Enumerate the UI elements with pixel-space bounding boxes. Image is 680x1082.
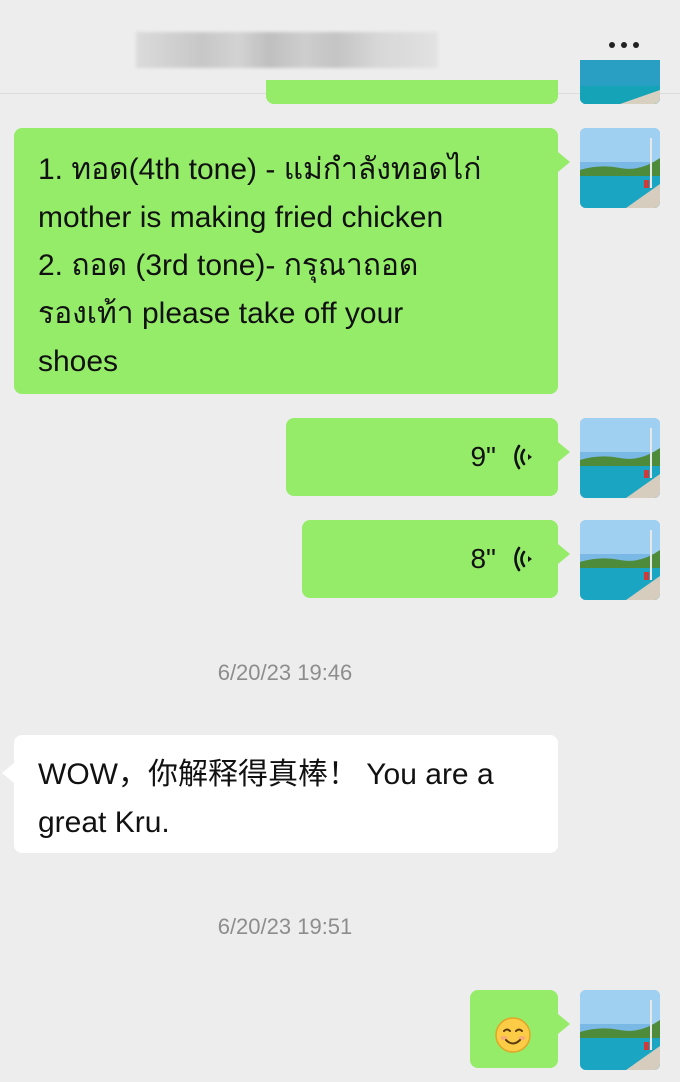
message-bubble-received[interactable]: WOW，你解释得真棒！ You are a great Kru.	[2, 735, 558, 853]
voice-message-bubble[interactable]: 8"	[302, 520, 570, 598]
message-text: WOW，你解释得真棒！ You are a great Kru.	[38, 758, 494, 839]
chat-title-redacted	[136, 32, 438, 68]
timestamp: 6/20/23 19:46	[217, 660, 353, 685]
message-text: 1. ทอด(4th tone) - แม่กำลังทอดไก่ mother…	[38, 153, 482, 378]
smile-emoji-icon	[495, 1017, 531, 1053]
more-dots-icon[interactable]	[604, 30, 644, 60]
avatar-image	[580, 418, 660, 498]
avatar[interactable]	[580, 60, 660, 104]
avatar[interactable]	[580, 990, 660, 1070]
avatar-image	[580, 60, 660, 104]
avatar[interactable]	[580, 520, 660, 600]
timestamp: 6/20/23 19:51	[217, 914, 353, 939]
message-bubble-sent[interactable]: 1. ทอด(4th tone) - แม่กำลังทอดไก่ mother…	[14, 128, 570, 394]
previous-message-bubble[interactable]	[266, 80, 558, 104]
voice-message-bubble[interactable]: 9"	[286, 418, 570, 496]
voice-message-content: 8"	[470, 520, 536, 598]
avatar[interactable]	[580, 418, 660, 498]
voice-wave-icon	[514, 546, 532, 572]
voice-wave-icon	[514, 444, 532, 470]
voice-duration: 9"	[470, 441, 496, 472]
voice-message-content: 9"	[470, 418, 536, 496]
voice-duration: 8"	[470, 543, 496, 574]
avatar-image	[580, 128, 660, 208]
avatar-image	[580, 990, 660, 1070]
avatar[interactable]	[580, 128, 660, 208]
avatar-image	[580, 520, 660, 600]
emoji-message-bubble[interactable]	[470, 990, 570, 1068]
